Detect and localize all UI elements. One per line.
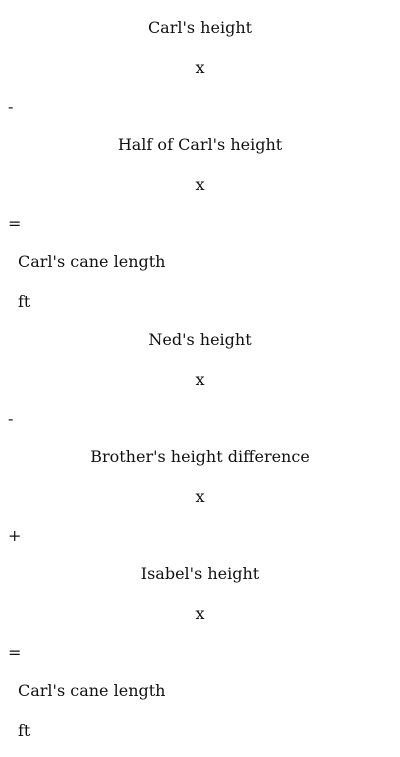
brother-height-difference-label: Brother's height difference <box>90 447 310 466</box>
isabel-height-label: Isabel's height <box>140 564 260 583</box>
minus-operator: - <box>8 409 14 428</box>
ned-height-label: Ned's height <box>148 330 252 349</box>
isabel-height-variable: x <box>195 604 205 623</box>
minus-operator: - <box>8 97 14 116</box>
half-carl-height-variable: x <box>195 175 205 194</box>
brother-height-difference-variable: x <box>195 487 205 506</box>
plus-operator: + <box>8 526 22 545</box>
cane-length-label: Carl's cane length <box>18 252 166 271</box>
half-carl-height-label: Half of Carl's height <box>117 135 283 154</box>
equals-operator: = <box>8 214 22 233</box>
cane-length-unit: ft <box>18 721 31 740</box>
cane-length-label: Carl's cane length <box>18 681 166 700</box>
carl-height-label: Carl's height <box>147 18 253 37</box>
equals-operator: = <box>8 643 22 662</box>
cane-length-unit: ft <box>18 292 31 311</box>
ned-height-variable: x <box>195 370 205 389</box>
equation-canvas: Carl's height x - Half of Carl's height … <box>0 0 400 757</box>
carl-height-variable: x <box>195 58 205 77</box>
